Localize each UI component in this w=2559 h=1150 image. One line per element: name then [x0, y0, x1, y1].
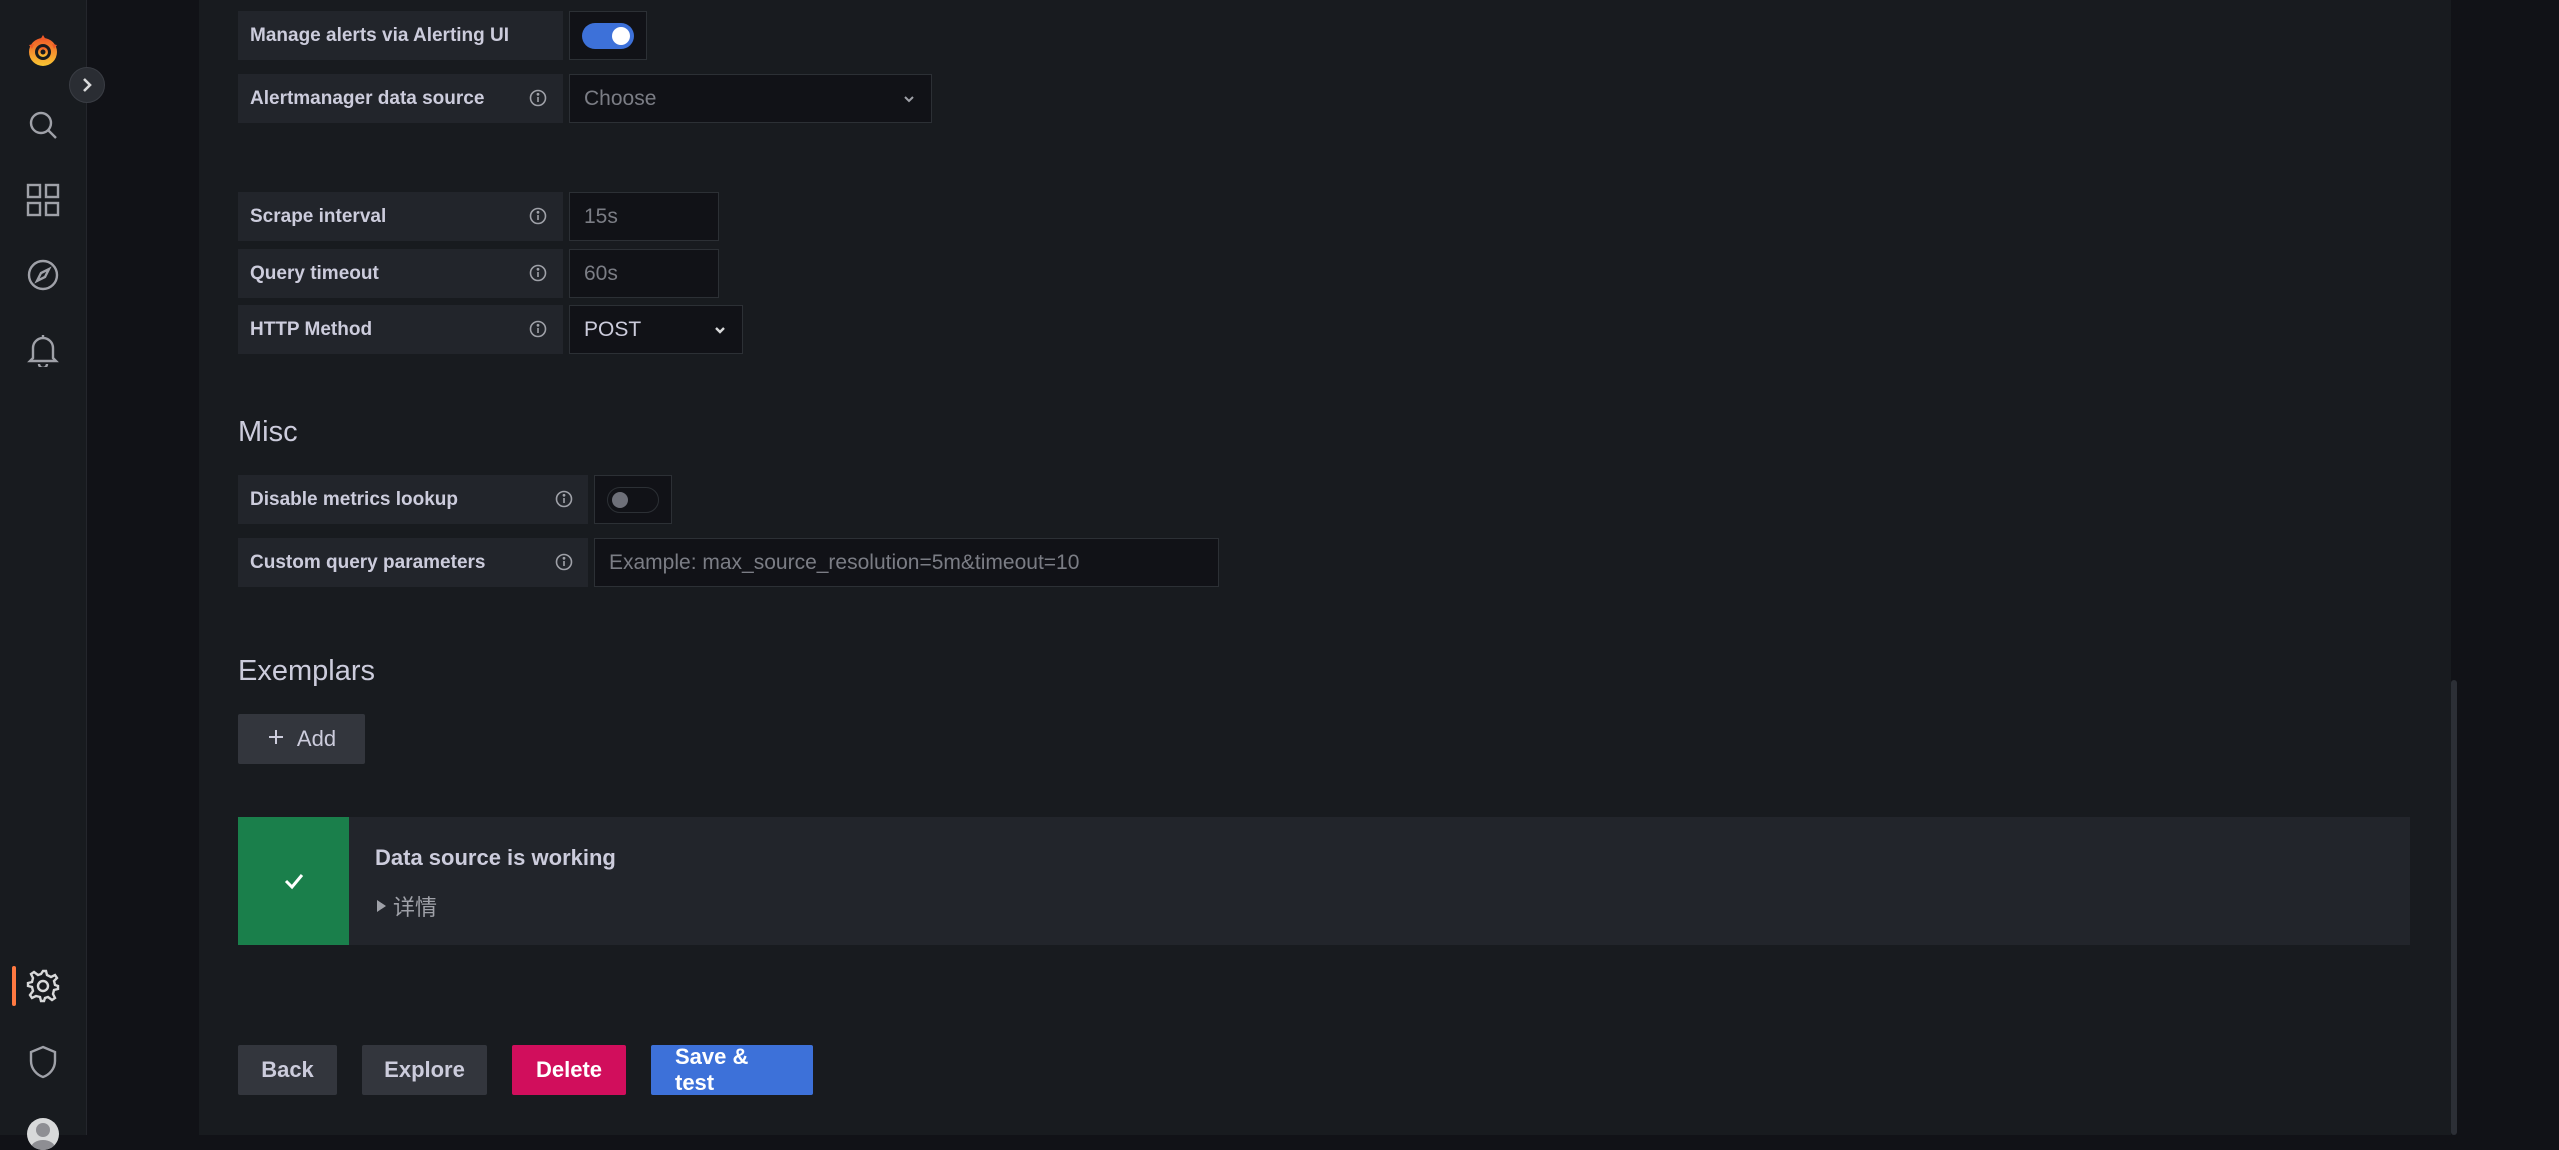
info-icon[interactable] — [528, 263, 548, 283]
disable-metrics-lookup-label-text: Disable metrics lookup — [250, 488, 459, 510]
manage-alerts-label-text: Manage alerts via Alerting UI — [250, 24, 510, 46]
active-indicator — [12, 966, 16, 1006]
manage-alerts-label: Manage alerts via Alerting UI — [238, 11, 563, 60]
triangle-right-icon — [375, 893, 387, 919]
http-method-label-text: HTTP Method — [250, 318, 373, 340]
server-admin-shield-icon[interactable] — [21, 1040, 65, 1084]
info-icon[interactable] — [554, 552, 574, 572]
grafana-logo-icon[interactable] — [21, 29, 65, 73]
chevron-down-icon — [712, 318, 728, 342]
alertmanager-select[interactable]: Choose — [569, 74, 932, 123]
alertmanager-select-placeholder: Choose — [584, 86, 657, 110]
save-and-test-button[interactable]: Save & test — [651, 1044, 813, 1095]
scrape-interval-input[interactable]: 15s — [569, 192, 719, 241]
sidebar-nav — [0, 0, 87, 1150]
alerting-bell-icon[interactable] — [21, 328, 65, 372]
search-icon[interactable] — [21, 103, 65, 147]
info-icon[interactable] — [554, 489, 574, 509]
scrape-interval-label: Scrape interval — [238, 192, 563, 241]
manage-alerts-toggle-box — [569, 11, 647, 60]
query-timeout-input[interactable]: 60s — [569, 249, 719, 298]
disable-metrics-lookup-label: Disable metrics lookup — [238, 475, 588, 524]
custom-query-params-placeholder: Example: max_source_resolution=5m&timeou… — [609, 550, 1080, 574]
misc-section-title: Misc — [238, 416, 298, 448]
query-timeout-label: Query timeout — [238, 249, 563, 298]
scrape-interval-label-text: Scrape interval — [250, 205, 387, 227]
user-avatar[interactable] — [27, 1118, 59, 1150]
custom-query-params-label: Custom query parameters — [238, 538, 588, 587]
scrape-interval-placeholder: 15s — [584, 204, 618, 228]
http-method-label: HTTP Method — [238, 305, 563, 354]
alertmanager-label: Alertmanager data source — [238, 74, 563, 123]
alertmanager-label-text: Alertmanager data source — [250, 87, 485, 109]
datasource-status-alert: Data source is working 详情 — [238, 817, 2410, 945]
exemplars-section-title: Exemplars — [238, 655, 375, 687]
add-exemplar-label: Add — [296, 726, 337, 751]
query-timeout-placeholder: 60s — [584, 261, 618, 285]
page-scrollbar-thumb[interactable] — [2451, 680, 2457, 1135]
custom-query-params-label-text: Custom query parameters — [250, 551, 486, 573]
left-gutter — [87, 0, 199, 1135]
chevron-down-icon — [901, 87, 917, 111]
status-details-toggle[interactable]: 详情 — [375, 890, 437, 922]
back-button[interactable]: Back — [238, 1045, 337, 1095]
explore-button[interactable]: Explore — [362, 1045, 487, 1095]
disable-metrics-lookup-toggle-box — [594, 475, 672, 524]
status-title: Data source is working — [375, 845, 616, 870]
plus-icon — [267, 726, 285, 752]
page-scrollbar-track — [2451, 0, 2559, 1135]
manage-alerts-toggle[interactable] — [582, 22, 634, 49]
status-details-label: 详情 — [393, 895, 438, 920]
query-timeout-label-text: Query timeout — [250, 262, 379, 284]
custom-query-params-input[interactable]: Example: max_source_resolution=5m&timeou… — [594, 538, 1219, 587]
configuration-gear-icon[interactable] — [21, 964, 65, 1008]
delete-button[interactable]: Delete — [512, 1045, 626, 1095]
dashboards-icon[interactable] — [21, 178, 65, 222]
success-check-icon — [238, 817, 349, 945]
info-icon[interactable] — [528, 88, 548, 108]
http-method-value: POST — [584, 317, 642, 341]
info-icon[interactable] — [528, 206, 548, 226]
explore-compass-icon[interactable] — [21, 253, 65, 297]
expand-sidebar-button[interactable] — [69, 67, 105, 103]
add-exemplar-button[interactable]: Add — [238, 714, 365, 764]
http-method-select[interactable]: POST — [569, 305, 743, 354]
disable-metrics-lookup-toggle[interactable] — [607, 486, 659, 513]
info-icon[interactable] — [528, 319, 548, 339]
